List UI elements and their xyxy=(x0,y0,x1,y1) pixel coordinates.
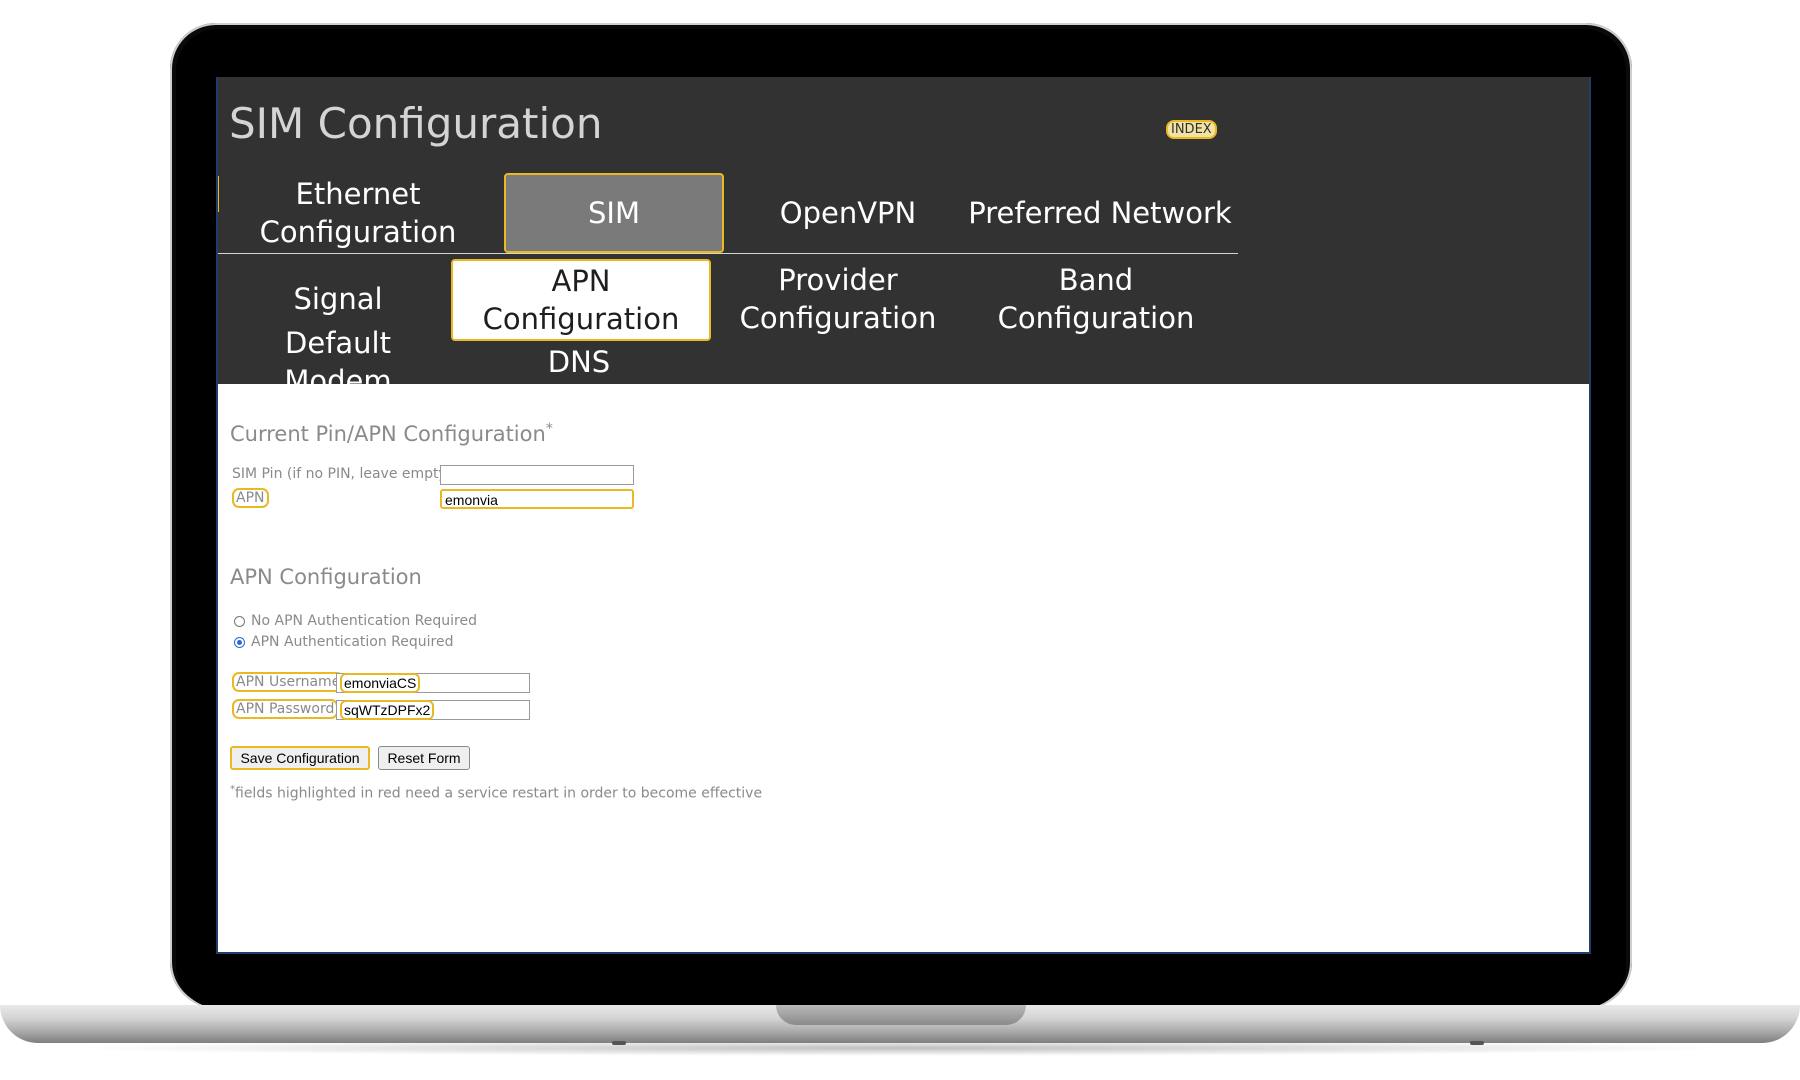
apn-password-input[interactable]: sqWTzDPFx2 xyxy=(336,700,530,720)
apn-label-text: APN xyxy=(232,488,269,508)
apn-username-input[interactable]: emonviaCS xyxy=(336,673,530,693)
tab-openvpn[interactable]: OpenVPN xyxy=(740,173,956,253)
tab-provider-configuration[interactable]: Provider Configuration xyxy=(710,259,966,339)
reset-form-button[interactable]: Reset Form xyxy=(378,746,470,770)
laptop-notch xyxy=(776,1005,1026,1025)
tab-sim[interactable]: SIM xyxy=(504,173,724,253)
tab-preferred-network[interactable]: Preferred Network xyxy=(966,173,1234,253)
primary-tabs: Ethernet Configuration SIM OpenVPN Prefe… xyxy=(218,173,1238,254)
apn-username-label-text: APN Username xyxy=(232,672,345,692)
laptop-foot xyxy=(612,1041,626,1045)
footnote: *fields highlighted in red need a servic… xyxy=(230,784,762,802)
footnote-text: fields highlighted in red need a service… xyxy=(235,785,763,802)
tab-dns[interactable]: DNS xyxy=(451,339,707,385)
tab-apn-configuration[interactable]: APN Configuration xyxy=(451,259,711,341)
sim-pin-label: SIM Pin (if no PIN, leave empty) xyxy=(232,466,453,482)
apn-label: APN xyxy=(232,488,269,508)
tab-band-configuration[interactable]: Band Configuration xyxy=(968,259,1224,339)
tab-default-modem[interactable]: Default Modem xyxy=(230,326,446,398)
sim-pin-input[interactable] xyxy=(440,465,634,485)
apn-password-value: sqWTzDPFx2 xyxy=(340,700,435,720)
radio-auth-label: APN Authentication Required xyxy=(251,634,454,650)
secondary-tabs: Signal APN Configuration Provider Config… xyxy=(218,259,1238,398)
page-title: SIM Configuration xyxy=(229,99,603,148)
radio-auth[interactable] xyxy=(234,636,245,648)
index-link[interactable]: INDEX xyxy=(1166,120,1217,139)
screen: SIM Configuration INDEX Ethernet Configu… xyxy=(216,77,1591,954)
apn-username-label: APN Username xyxy=(232,672,345,692)
laptop-foot xyxy=(1470,1041,1484,1045)
current-config-title-text: Current Pin/APN Configuration xyxy=(230,422,546,446)
radio-no-auth-row[interactable]: No APN Authentication Required xyxy=(234,613,477,629)
apn-config-title: APN Configuration xyxy=(230,565,422,589)
radio-auth-row[interactable]: APN Authentication Required xyxy=(234,634,453,650)
apn-input[interactable]: emonvia xyxy=(440,489,634,509)
apn-password-label: APN Password xyxy=(232,699,339,719)
asterisk: * xyxy=(545,421,553,437)
radio-no-auth[interactable] xyxy=(234,615,245,627)
current-config-title: Current Pin/APN Configuration* xyxy=(230,421,553,446)
apn-password-label-text: APN Password xyxy=(232,699,339,719)
tab-ethernet-configuration[interactable]: Ethernet Configuration xyxy=(230,173,486,253)
apn-username-value: emonviaCS xyxy=(340,673,421,693)
save-configuration-button[interactable]: Save Configuration xyxy=(230,746,370,770)
header: SIM Configuration INDEX Ethernet Configu… xyxy=(218,77,1589,398)
radio-no-auth-label: No APN Authentication Required xyxy=(251,613,477,629)
